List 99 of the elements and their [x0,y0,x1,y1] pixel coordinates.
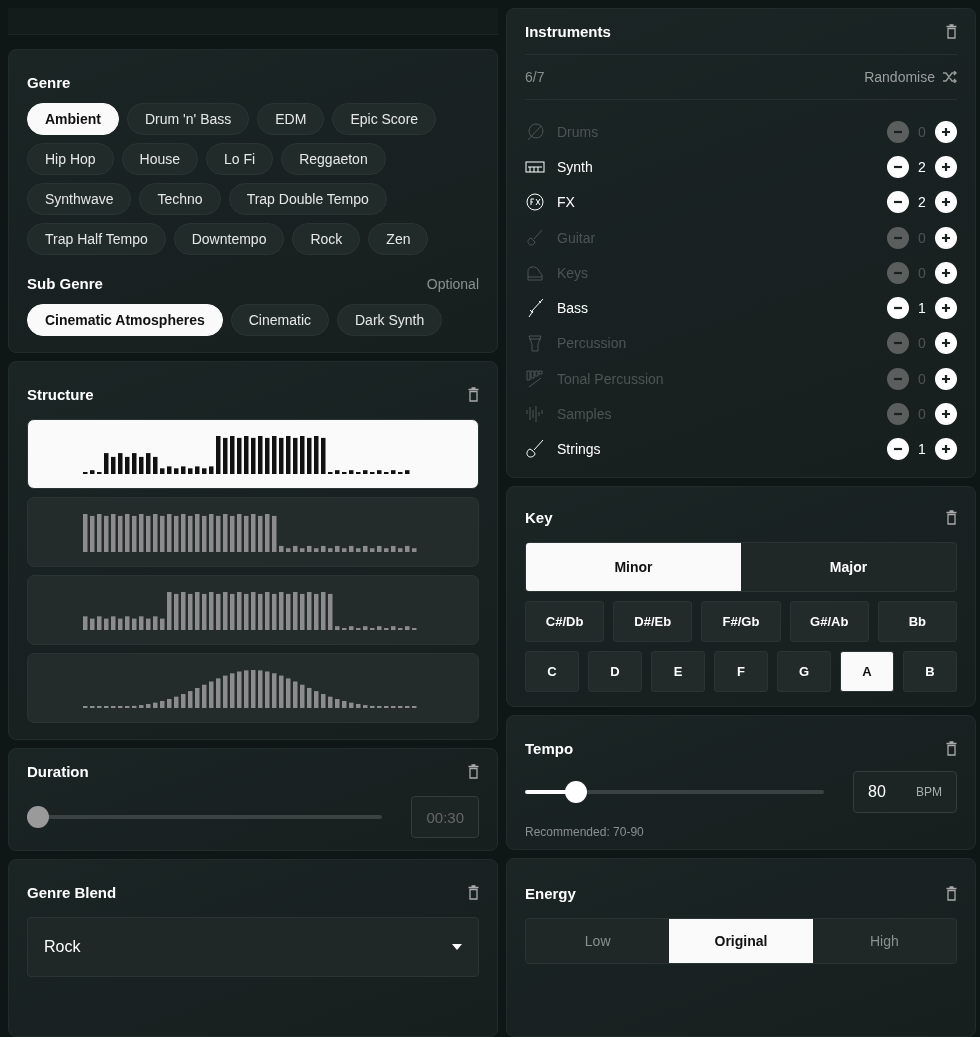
genre-chip[interactable]: Techno [139,183,221,215]
genre-chip[interactable]: Zen [368,223,429,255]
genre-chip[interactable]: EDM [257,103,325,135]
genre-chip[interactable]: Ambient [27,103,119,135]
section-title: Tempo [525,739,574,757]
energy-tab[interactable]: Original [669,918,813,963]
key-button[interactable]: G#/Ab [789,600,869,642]
decrease-button[interactable] [887,155,909,178]
tempo-hint: Recommended: 70-90 [525,824,645,839]
genre-chip[interactable]: Drum 'n' Bass [127,103,250,135]
genre-chip[interactable]: Reggaeton [281,143,386,175]
tempo-field[interactable]: 80 BPM [853,770,957,813]
trash-icon[interactable] [468,387,479,402]
genre-chip[interactable]: Rock [292,223,361,255]
instrument-count-value: 2 [917,194,927,211]
drum-icon [525,121,545,142]
section-title: Duration [27,763,89,780]
section-title: Sub Genre [27,275,103,292]
sub-genre-chip[interactable]: Dark Synth [337,304,443,336]
energy-tab[interactable]: High [812,918,956,963]
key-button[interactable]: C#/Db [525,600,605,642]
genre-chip[interactable]: Hip Hop [27,143,114,175]
randomise-button[interactable]: Randomise [864,69,957,85]
increase-button[interactable] [935,332,957,355]
section-title: Key [525,508,553,526]
violin-icon [525,439,545,460]
optional-label: Optional [426,275,479,292]
trash-icon[interactable] [468,764,479,779]
increase-button[interactable] [935,191,957,214]
key-button[interactable]: C [525,650,579,692]
plus-icon [940,337,952,350]
genre-chip[interactable]: Epic Score [332,103,437,135]
instrument-name: FX [557,194,576,211]
increase-button[interactable] [935,297,957,320]
genre-chip[interactable]: Trap Double Tempo [228,183,387,215]
guitar-icon [525,227,545,248]
trash-icon[interactable] [946,885,957,901]
trash-icon[interactable] [946,740,957,756]
sub-genre-chip[interactable]: Cinematic [230,304,329,336]
key-button[interactable]: D#/Eb [613,600,693,642]
section-title: Genre [27,74,72,91]
instrument-count-value: 1 [917,300,927,317]
instrument-count-value: 1 [917,441,927,458]
instrument-name: Strings [557,441,602,458]
sub-genre-chip[interactable]: Cinematic Atmospheres [27,304,223,336]
trash-icon[interactable] [468,885,479,900]
section-title: Structure [27,386,94,403]
genre-chip[interactable]: House [121,143,199,175]
hand-drum-icon [525,333,545,354]
increase-button[interactable] [935,367,957,390]
plus-icon [940,408,952,420]
key-button[interactable]: D [588,650,642,692]
shuffle-icon [943,71,957,83]
decrease-button[interactable] [887,438,909,461]
section-title: Energy [525,884,576,902]
plus-icon [940,160,952,173]
trash-icon[interactable] [946,509,957,525]
decrease-button[interactable] [887,297,909,320]
xylophone-icon [525,368,545,389]
genre-chip[interactable]: Synthwave [27,183,132,215]
plus-icon [940,443,952,456]
energy-tab[interactable]: Low [526,918,670,963]
increase-button[interactable] [935,438,957,461]
instrument-count-value: 2 [917,158,927,175]
instrument-count: 6/7 [525,69,545,85]
genre-chip[interactable]: Trap Half Tempo [27,223,166,255]
instrument-name: Bass [557,300,590,317]
section-title: Instruments [525,23,611,40]
key-button[interactable]: G [777,650,831,692]
increase-button[interactable] [935,226,957,249]
increase-button[interactable] [935,120,957,143]
plus-icon [940,302,952,315]
fx-icon [525,192,545,213]
genre-chip[interactable]: Lo Fi [206,143,274,175]
key-button[interactable]: E [651,650,705,692]
increase-button[interactable] [935,261,957,284]
mode-tab[interactable]: Minor [526,542,741,591]
increase-button[interactable] [935,155,957,178]
trash-icon[interactable] [946,24,957,39]
key-button[interactable]: F [714,650,768,692]
key-button[interactable]: Bb [877,600,957,642]
genre-chip[interactable]: Downtempo [173,223,285,255]
key-button[interactable]: B [903,650,957,692]
dropdown-caret-icon [452,944,462,950]
plus-icon [940,196,952,209]
key-button[interactable]: A [840,650,894,692]
plus-icon [940,231,952,244]
waveform-icon [525,404,545,424]
increase-button[interactable] [935,403,957,425]
mode-tab[interactable]: Major [741,542,956,591]
decrease-button[interactable] [887,191,909,214]
section-title: Genre Blend [27,884,117,901]
plus-icon [940,372,952,385]
key-button[interactable]: F#/Gb [701,600,781,642]
plus-icon [940,266,952,279]
structure-option[interactable] [27,419,479,489]
instrument-name: Synth [557,158,594,175]
plus-icon [940,125,952,138]
genre-blend-dropdown[interactable]: Rock [27,917,479,977]
